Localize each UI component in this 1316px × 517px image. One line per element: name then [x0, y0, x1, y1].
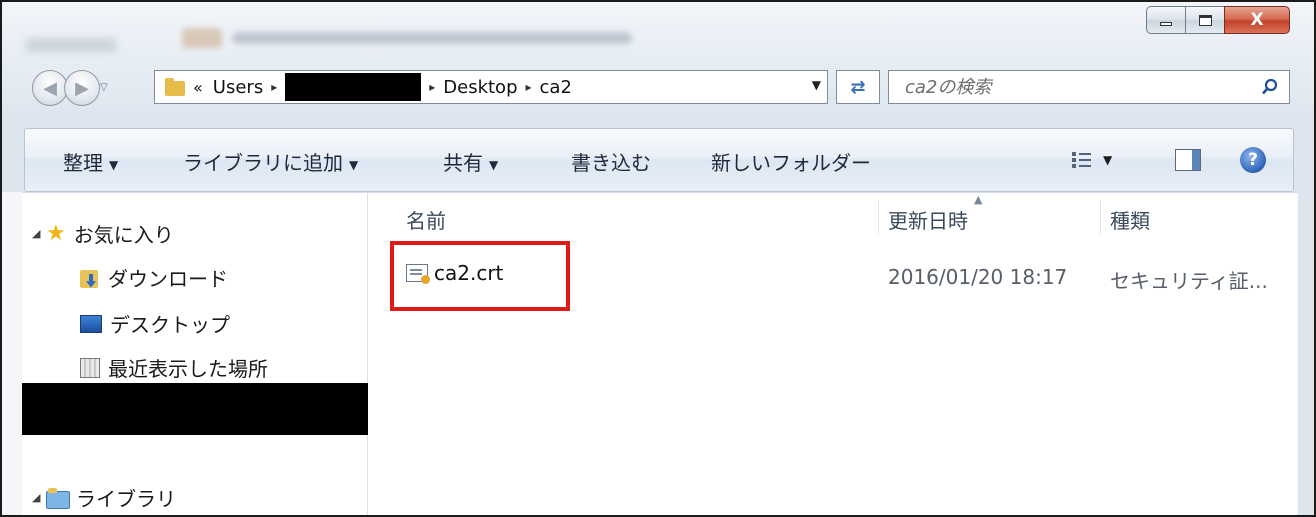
sort-ascending-icon: ▲: [974, 193, 983, 206]
navigation-pane: ◢ ★ お気に入り ダウンロード デスクトップ 最近表示した場所 ◢ ライブラリ: [22, 193, 368, 515]
chevron-down-icon: ▼: [349, 157, 359, 172]
column-header-type[interactable]: 種類: [1110, 205, 1150, 234]
refresh-button[interactable]: ⇄: [836, 70, 880, 104]
minimize-button[interactable]: [1146, 6, 1186, 34]
redacted-breadcrumb: [285, 73, 422, 101]
burn-button[interactable]: 書き込む: [571, 147, 651, 176]
search-box: [888, 70, 1290, 104]
main-area: ◢ ★ お気に入り ダウンロード デスクトップ 最近表示した場所 ◢ ライブラリ: [22, 192, 1298, 515]
preview-pane-icon[interactable]: [1175, 149, 1201, 171]
file-modified: 2016/01/20 18:17: [888, 265, 1068, 289]
chevron-down-icon: ▼: [109, 157, 119, 172]
column-divider[interactable]: [1100, 199, 1101, 235]
maximize-icon: [1198, 14, 1212, 26]
breadcrumb-desktop[interactable]: Desktop: [443, 77, 517, 98]
refresh-icon: ⇄: [850, 76, 866, 98]
command-bar: 整理 ▼ ライブラリに追加 ▼ 共有 ▼ 書き込む 新しいフォルダー ▼ ?: [24, 128, 1294, 192]
address-dropdown-icon[interactable]: ▼: [812, 78, 821, 92]
address-bar[interactable]: « Users ▸ ▸ Desktop ▸ ca2 ▼: [154, 70, 828, 104]
highlight-box: [390, 241, 570, 311]
breadcrumb-overflow[interactable]: «: [193, 78, 203, 97]
window-frame-edge: [2, 192, 22, 515]
close-button[interactable]: X: [1224, 6, 1290, 34]
organize-button[interactable]: 整理 ▼: [63, 147, 118, 176]
view-options-icon[interactable]: [1071, 149, 1093, 171]
help-icon[interactable]: ?: [1240, 147, 1266, 173]
nav-item-favorites[interactable]: ◢ ★ お気に入り: [32, 219, 174, 248]
share-button[interactable]: 共有 ▼: [443, 147, 498, 176]
column-header-modified[interactable]: 更新日時: [888, 205, 968, 234]
breadcrumb-separator[interactable]: ▸: [429, 80, 435, 94]
back-arrow-icon: ◀: [43, 77, 57, 99]
forward-arrow-icon: ▶: [75, 77, 89, 99]
forward-button[interactable]: ▶: [64, 70, 100, 106]
column-header-name[interactable]: 名前: [406, 205, 446, 234]
nav-downloads-label: ダウンロード: [108, 267, 228, 291]
desktop-icon: [80, 314, 102, 333]
caption-buttons: X: [1146, 6, 1290, 34]
nav-item-downloads[interactable]: ダウンロード: [80, 263, 228, 292]
nav-item-recent-places[interactable]: 最近表示した場所: [80, 353, 268, 382]
breadcrumb-separator[interactable]: ▸: [526, 80, 532, 94]
nav-favorites-label: お気に入り: [73, 223, 174, 247]
search-icon[interactable]: [1261, 78, 1279, 96]
search-input[interactable]: [905, 76, 1245, 98]
folder-icon: [165, 78, 185, 96]
file-list: ▲ 名前 更新日時 種類 ca2.crt 2016/01/20 18:17 セキ…: [368, 193, 1298, 515]
expand-triangle-icon[interactable]: ◢: [32, 227, 46, 240]
nav-libraries-label: ライブラリ: [76, 487, 176, 511]
organize-label: 整理: [63, 151, 103, 175]
new-folder-button[interactable]: 新しいフォルダー: [711, 147, 871, 176]
breadcrumb-separator[interactable]: ▸: [271, 80, 277, 94]
redacted-nav-item: [22, 383, 368, 435]
maximize-button[interactable]: [1185, 6, 1225, 34]
blurred-title-area: [182, 22, 662, 52]
library-icon: [46, 487, 70, 509]
star-icon: ★: [46, 221, 66, 246]
minimize-icon: [1160, 22, 1172, 26]
nav-recent-label: 最近表示した場所: [108, 357, 268, 381]
nav-item-libraries[interactable]: ◢ ライブラリ: [32, 483, 176, 512]
explorer-window: X ◀ ▶ ▽ « Users ▸ ▸ Desktop ▸ ca2 ▼ ⇄ 整理…: [0, 0, 1316, 517]
breadcrumb-ca2[interactable]: ca2: [540, 77, 572, 98]
add-to-library-button[interactable]: ライブラリに追加 ▼: [183, 147, 358, 176]
file-type: セキュリティ証...: [1110, 269, 1268, 293]
chevron-down-icon: ▼: [489, 157, 499, 172]
recent-pages-dropdown[interactable]: ▽: [100, 82, 108, 93]
blurred-background: [26, 38, 116, 52]
breadcrumb-users[interactable]: Users: [213, 77, 263, 98]
expand-triangle-icon[interactable]: ◢: [32, 491, 46, 504]
recent-places-icon: [80, 357, 100, 378]
share-label: 共有: [443, 151, 483, 175]
back-button[interactable]: ◀: [32, 70, 68, 106]
downloads-folder-icon: [80, 268, 100, 288]
add-to-library-label: ライブラリに追加: [183, 151, 343, 175]
nav-desktop-label: デスクトップ: [110, 313, 230, 337]
nav-item-desktop[interactable]: デスクトップ: [80, 309, 230, 338]
view-options-dropdown-icon[interactable]: ▼: [1103, 153, 1112, 167]
column-divider[interactable]: [878, 199, 879, 235]
